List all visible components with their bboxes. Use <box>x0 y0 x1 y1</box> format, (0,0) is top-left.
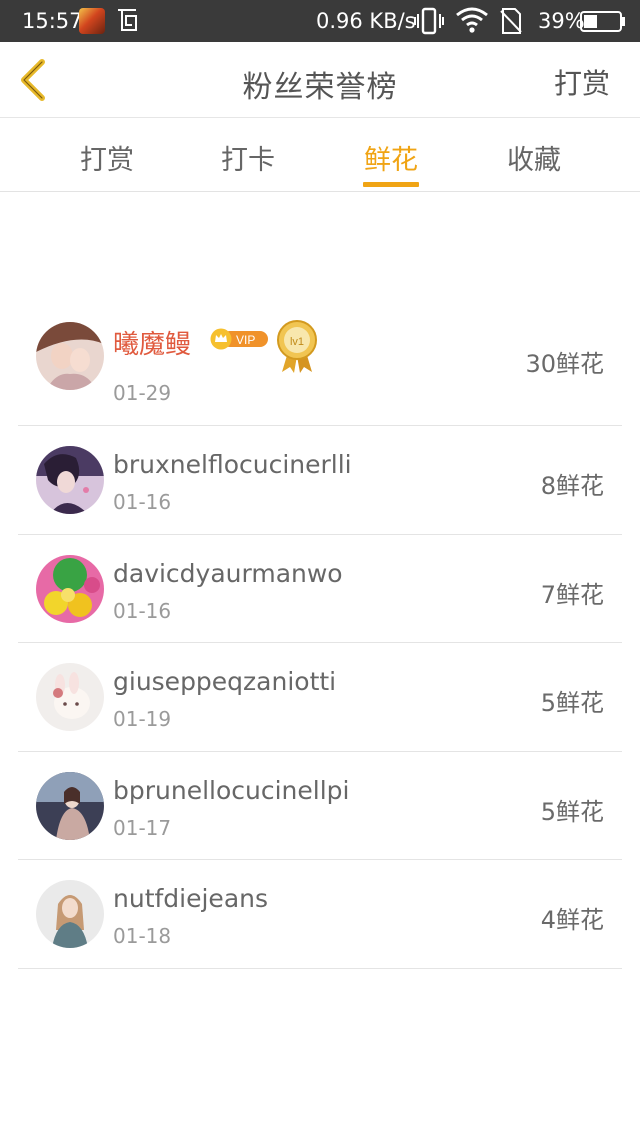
record-date: 01-16 <box>113 490 172 514</box>
record-date: 01-16 <box>113 598 172 623</box>
active-tab-indicator <box>363 182 419 187</box>
ranking-list: 曦魔鳗 VIP lv1 01-29 30鲜花 bruxnelflocuciner… <box>18 304 622 969</box>
user-name: nutfdiejeans <box>113 884 269 913</box>
flower-count: 4鲜花 <box>540 906 604 934</box>
avatar[interactable] <box>36 322 104 390</box>
user-name: bruxnelflocucinerlli <box>113 450 352 479</box>
record-date: 01-18 <box>113 924 172 948</box>
list-item[interactable]: nutfdiejeans 01-18 4鲜花 <box>18 860 622 969</box>
tab-bar: 打赏 打卡 鲜花 收藏 <box>0 118 640 192</box>
user-name: giuseppeqzaniotti <box>113 667 337 696</box>
avatar[interactable] <box>36 880 104 948</box>
user-name: davicdyaurmanwo <box>113 558 343 588</box>
avatar[interactable] <box>36 663 104 731</box>
record-date: 01-19 <box>113 707 172 731</box>
flower-count: 5鲜花 <box>540 797 604 826</box>
tab-flowers[interactable]: 鲜花 <box>351 138 431 177</box>
app-header: 粉丝荣誉榜 打赏 <box>0 42 640 118</box>
flower-count: 8鲜花 <box>540 472 604 500</box>
avatar[interactable] <box>36 554 104 623</box>
tab-checkin[interactable]: 打卡 <box>208 138 288 177</box>
screenshot-icon <box>116 7 138 33</box>
status-time: 15:57 <box>22 9 83 33</box>
list-item[interactable]: bruxnelflocucinerlli 01-16 8鲜花 <box>18 426 622 535</box>
flower-count: 5鲜花 <box>540 689 604 717</box>
record-date: 01-17 <box>113 815 172 840</box>
level-medal-icon: lv1 <box>276 318 318 374</box>
list-item[interactable]: giuseppeqzaniotti 01-19 5鲜花 <box>18 643 622 752</box>
tab-reward[interactable]: 打赏 <box>67 138 147 177</box>
network-speed: 0.96 KB/s <box>316 9 416 33</box>
record-date: 01-29 <box>113 381 172 405</box>
flower-count: 30鲜花 <box>525 350 604 378</box>
vip-badge: VIP <box>210 328 268 350</box>
avatar[interactable] <box>36 446 104 514</box>
reward-button[interactable]: 打赏 <box>554 62 610 102</box>
vibrate-icon <box>414 7 444 35</box>
status-bar: 15:57 0.96 KB/s 39% <box>0 0 640 42</box>
tab-favorites[interactable]: 收藏 <box>494 138 574 177</box>
wifi-icon <box>455 6 489 34</box>
vip-label: VIP <box>236 333 255 347</box>
user-name: bprunellocucinellpi <box>113 775 350 805</box>
no-sim-icon <box>500 7 522 35</box>
flower-count: 7鲜花 <box>540 580 604 609</box>
game-app-icon <box>79 8 105 34</box>
list-item[interactable]: 曦魔鳗 VIP lv1 01-29 30鲜花 <box>18 304 622 426</box>
user-name: 曦魔鳗 <box>113 330 192 360</box>
avatar[interactable] <box>36 771 104 840</box>
list-item[interactable]: bprunellocucinellpi 01-17 5鲜花 <box>18 752 622 860</box>
level-label: lv1 <box>290 336 304 348</box>
battery-percent: 39% <box>538 9 585 33</box>
battery-icon <box>580 11 626 32</box>
list-item[interactable]: davicdyaurmanwo 01-16 7鲜花 <box>18 535 622 643</box>
page-title: 粉丝荣誉榜 <box>242 70 398 105</box>
